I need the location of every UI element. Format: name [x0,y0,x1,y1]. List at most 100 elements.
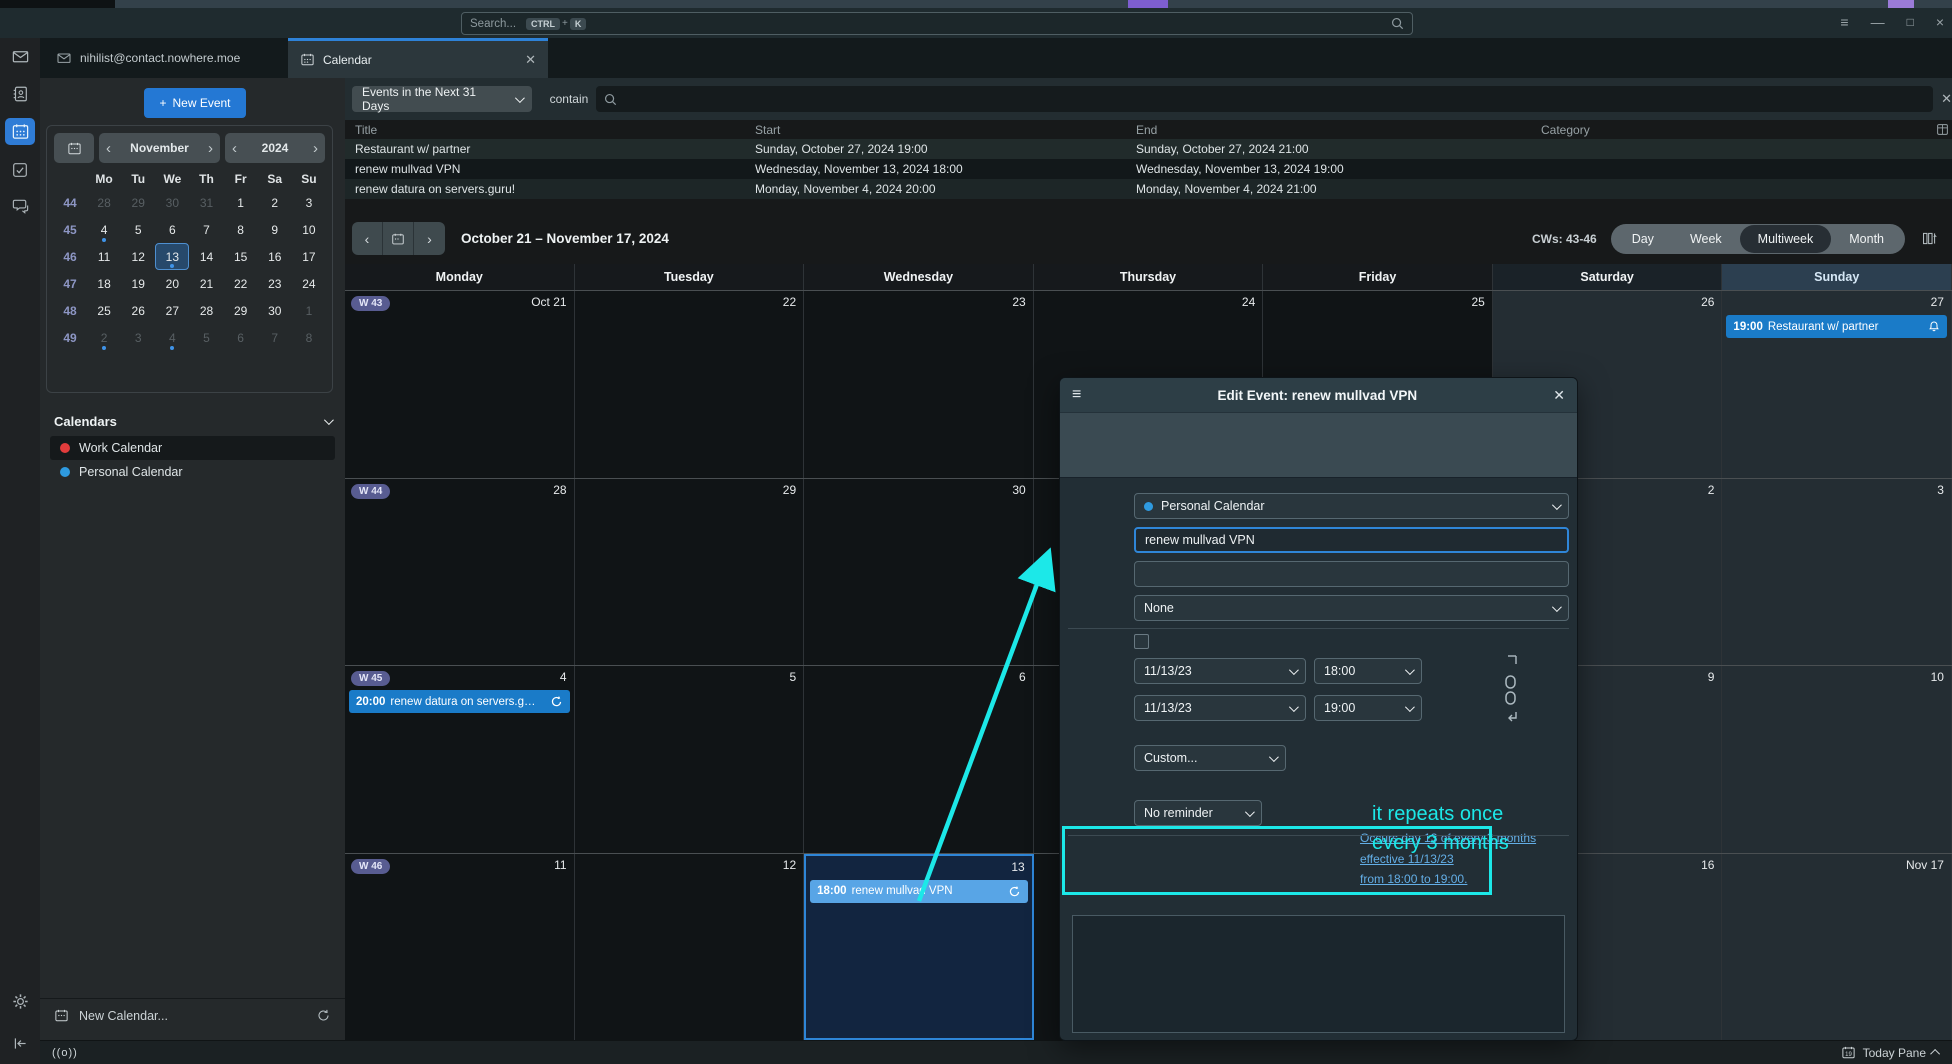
sync-calendars-icon[interactable] [316,1008,331,1023]
mini-calendar-day[interactable]: 9 [258,216,292,243]
recurrence-line-1[interactable]: Occurs day 13 of every 3 months [1360,831,1536,845]
mini-calendar-day[interactable]: 7 [258,324,292,351]
go-to-today-icon[interactable] [383,222,414,255]
mini-calendar-day[interactable]: 1 [224,189,258,216]
mini-calendar-day[interactable]: 19 [121,270,155,297]
mini-calendar-day[interactable]: 28 [189,297,223,324]
close-tab-icon[interactable]: ✕ [525,52,536,68]
day-cell[interactable]: Nov 17 [1722,854,1952,1041]
table-row[interactable]: renew datura on servers.guru!Monday, Nov… [345,179,1952,199]
mini-calendar-day[interactable]: 20 [155,270,189,297]
mini-calendar-day[interactable]: 23 [258,270,292,297]
tab-mail-account[interactable]: nihilist@contact.nowhere.moe [44,38,288,78]
chat-icon[interactable] [5,193,35,220]
reminder-select[interactable]: No reminder [1134,800,1262,826]
mini-calendar-day[interactable]: 17 [292,243,326,270]
mini-calendar-day[interactable]: 25 [87,297,121,324]
mini-calendar-day[interactable]: 29 [224,297,258,324]
mini-calendar-day[interactable]: 2 [258,189,292,216]
recurrence-summary-link[interactable]: Occurs day 13 of every 3 months effectiv… [1360,828,1560,890]
collapse-spine-icon[interactable] [5,1030,35,1057]
start-date-select[interactable]: 11/13/23 [1134,658,1306,684]
view-button-multiweek[interactable]: Multiweek [1740,225,1832,253]
mini-calendar-day[interactable]: 16 [258,243,292,270]
chevron-down-icon[interactable] [324,415,334,425]
app-menu-icon[interactable]: ≡ [1840,14,1848,30]
mini-calendar-today-icon[interactable] [54,133,94,163]
mini-calendar-day[interactable]: 22 [224,270,258,297]
tasks-icon[interactable] [5,156,35,183]
calendar-select[interactable]: Personal Calendar [1134,493,1569,519]
close-window-icon[interactable]: × [1936,14,1944,30]
mini-calendar-day[interactable]: 10 [292,216,326,243]
new-event-button[interactable]: + New Event [144,88,246,118]
mini-calendar-day[interactable]: 28 [87,189,121,216]
link-start-end-icon[interactable] [1500,650,1522,722]
day-cell[interactable]: 1318:00renew mullvad VPN [804,854,1034,1041]
event-bar[interactable]: 20:00renew datura on servers.g… [349,690,570,713]
mini-calendar-day[interactable]: 8 [292,324,326,351]
column-header[interactable]: Start [745,123,1126,137]
mini-calendar-day[interactable]: 6 [224,324,258,351]
day-cell[interactable]: 28W 44 [345,479,575,666]
mini-calendar-day[interactable]: 24 [292,270,326,297]
calendar-icon[interactable] [5,118,35,145]
settings-gear-icon[interactable] [5,988,35,1015]
maximize-icon[interactable]: □ [1907,15,1914,29]
day-cell[interactable]: 12 [575,854,805,1041]
calendar-list-item[interactable]: Personal Calendar [50,460,335,484]
location-input[interactable] [1134,561,1569,587]
mini-calendar-day[interactable]: 8 [224,216,258,243]
mail-icon[interactable] [5,43,35,70]
recurrence-line-2[interactable]: effective 11/13/23 [1360,852,1454,866]
mini-calendar-day[interactable]: 27 [155,297,189,324]
mini-calendar-day[interactable]: 15 [224,243,258,270]
mini-calendar-day[interactable]: 30 [258,297,292,324]
global-search-input[interactable]: Search... CTRL + K [461,12,1413,35]
day-cell[interactable]: 11W 46 [345,854,575,1041]
next-year-icon[interactable]: › [313,140,318,157]
start-time-select[interactable]: 18:00 [1314,658,1422,684]
mini-calendar-day[interactable]: 1 [292,297,326,324]
mini-calendar-day[interactable]: 5 [189,324,223,351]
event-bar[interactable]: 18:00renew mullvad VPN [810,880,1028,903]
repeat-select[interactable]: Custom... [1134,745,1286,771]
column-header[interactable]: Category [1531,123,1926,137]
column-header[interactable]: Title [345,123,745,137]
day-cell[interactable]: 23 [804,291,1034,478]
day-cell[interactable]: 5 [575,666,805,853]
mini-calendar-day[interactable]: 7 [189,216,223,243]
category-select[interactable]: None [1134,595,1569,621]
event-range-dropdown[interactable]: Events in the Next 31 Days [352,86,532,112]
calendar-list-item[interactable]: Work Calendar [50,436,335,460]
new-calendar-button[interactable]: New Calendar... [40,998,345,1032]
end-date-select[interactable]: 11/13/23 [1134,695,1306,721]
event-bar[interactable]: 19:00Restaurant w/ partner [1726,315,1947,338]
rotate-view-icon[interactable] [1921,230,1938,247]
previous-period-icon[interactable]: ‹ [352,222,383,255]
day-cell[interactable]: 30 [804,479,1034,666]
prev-month-icon[interactable]: ‹ [106,140,111,157]
minimize-icon[interactable]: — [1871,14,1885,30]
clear-filter-icon[interactable]: ✕ [1941,91,1952,107]
mini-calendar-day[interactable]: 12 [121,243,155,270]
day-cell[interactable]: 10 [1722,666,1952,853]
mini-calendar-day[interactable]: 14 [189,243,223,270]
end-time-select[interactable]: 19:00 [1314,695,1422,721]
table-row[interactable]: Restaurant w/ partnerSunday, October 27,… [345,139,1952,159]
next-period-icon[interactable]: › [414,222,445,255]
mini-calendar-day[interactable]: 29 [121,189,155,216]
view-button-week[interactable]: Week [1672,224,1740,254]
day-cell[interactable]: 6 [804,666,1034,853]
tab-calendar[interactable]: Calendar ✕ [288,38,548,78]
mini-calendar-day[interactable]: 2 [87,324,121,351]
day-cell[interactable]: 29 [575,479,805,666]
mini-calendar-day[interactable]: 3 [121,324,155,351]
mini-calendar-day[interactable]: 18 [87,270,121,297]
day-cell[interactable]: 4W 4520:00renew datura on servers.g… [345,666,575,853]
description-textarea[interactable] [1072,915,1565,1033]
mini-calendar-day[interactable]: 26 [121,297,155,324]
mini-calendar-day[interactable]: 3 [292,189,326,216]
event-filter-input[interactable] [596,86,1933,112]
recurrence-line-3[interactable]: from 18:00 to 19:00. [1360,872,1467,886]
